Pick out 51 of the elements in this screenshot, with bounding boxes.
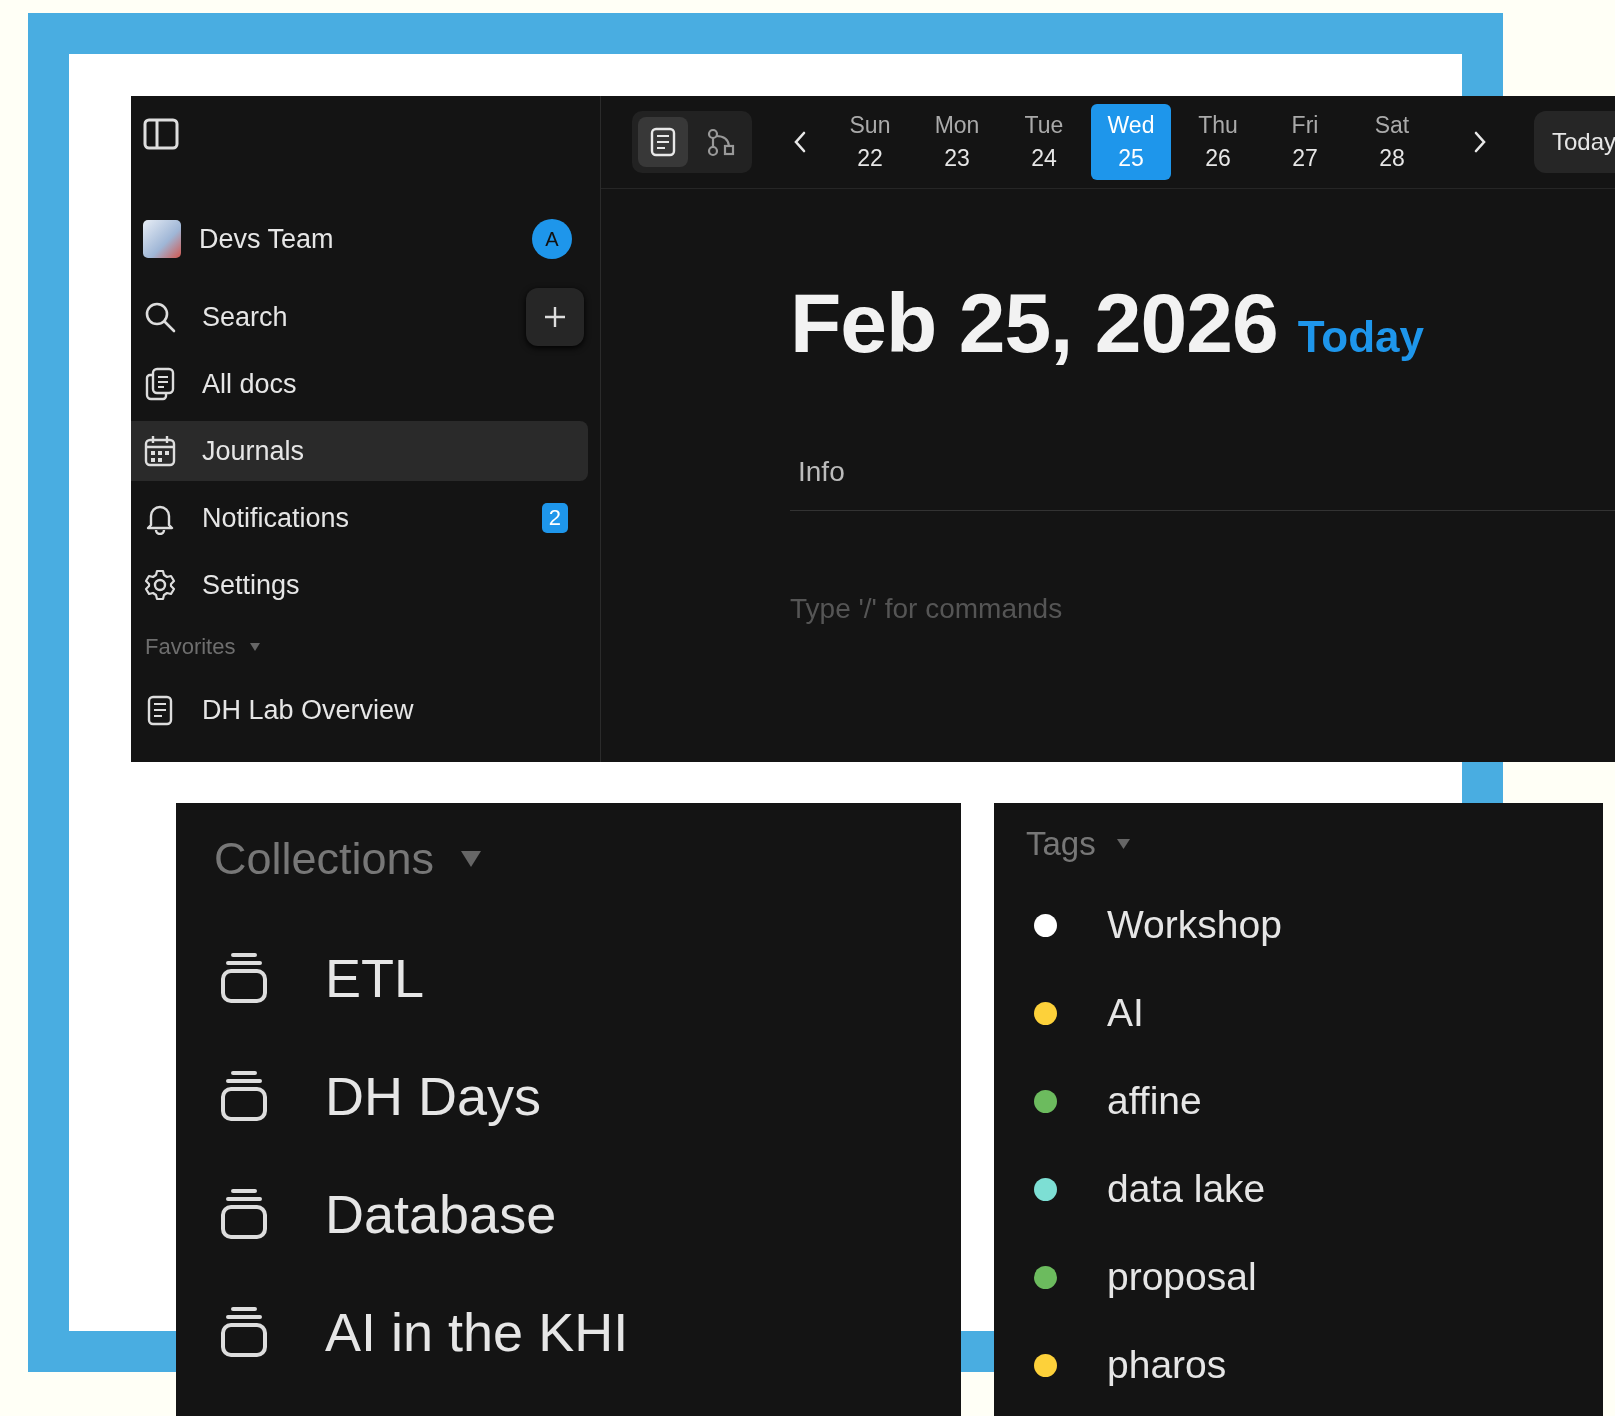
favorite-item[interactable]: DH Lab Overview — [202, 694, 414, 726]
stack-icon — [219, 1070, 269, 1122]
caret-icon[interactable] — [249, 642, 262, 652]
new-doc-button[interactable] — [526, 288, 584, 346]
page-mode-button[interactable] — [638, 117, 688, 167]
day-tab[interactable]: Thu 26 — [1178, 104, 1258, 180]
nav-item[interactable]: Settings — [131, 555, 588, 615]
tag-item[interactable]: pharos — [1107, 1343, 1227, 1387]
section-header[interactable]: Tags — [1026, 825, 1096, 863]
stack-icon — [219, 1306, 269, 1358]
nav-item[interactable]: All docs — [131, 354, 588, 414]
day-tab[interactable]: Sat 28 — [1352, 104, 1432, 180]
documents-icon — [143, 367, 177, 401]
collection-item[interactable]: Database — [325, 1183, 557, 1245]
today-label: Today — [1297, 312, 1424, 362]
tag-item[interactable]: AI — [1107, 991, 1144, 1035]
journal-date-title: Feb 25, 2026 — [790, 275, 1278, 372]
chevron-left-icon[interactable] — [792, 130, 808, 154]
tag-item[interactable]: affine — [1107, 1079, 1202, 1123]
collection-item[interactable]: ETL — [325, 947, 425, 1009]
notification-count: 2 — [541, 503, 568, 533]
info-section-label[interactable]: Info — [798, 456, 845, 487]
day-tab[interactable]: Sun 22 — [830, 104, 910, 180]
nav-item[interactable]: Notifications 2 — [131, 488, 588, 548]
user-avatar[interactable]: A — [532, 219, 572, 259]
collection-item[interactable]: AI in the KHI — [325, 1301, 629, 1363]
tag-item[interactable]: Workshop — [1107, 903, 1282, 947]
search-item[interactable]: Search — [202, 301, 288, 333]
search-icon[interactable] — [143, 300, 177, 334]
sidebar-toggle-icon[interactable] — [143, 118, 179, 153]
caret-icon[interactable] — [1115, 838, 1131, 850]
collection-item[interactable]: DH Days — [325, 1065, 542, 1127]
nav-item[interactable]: Journals — [131, 421, 588, 481]
stack-icon — [219, 952, 269, 1004]
calendar-icon — [143, 434, 177, 468]
day-tab[interactable]: Fri 27 — [1265, 104, 1345, 180]
document-icon — [649, 127, 677, 157]
stack-icon — [219, 1188, 269, 1240]
caret-icon[interactable] — [460, 850, 483, 868]
settings-icon — [143, 568, 177, 602]
day-tab[interactable]: Tue 24 — [1004, 104, 1084, 180]
chevron-right-icon[interactable] — [1472, 130, 1488, 154]
tag-item[interactable]: data lake — [1107, 1167, 1266, 1211]
day-tab[interactable]: Mon 23 — [917, 104, 997, 180]
connected-shapes-icon — [706, 127, 736, 157]
plus-icon — [543, 305, 567, 329]
workspace-photo-placeholder — [143, 220, 181, 258]
workspace-name[interactable]: Devs Team — [199, 223, 334, 255]
section-header[interactable]: Favorites — [145, 634, 236, 660]
section-header[interactable]: Collections — [214, 833, 435, 885]
tag-item[interactable]: proposal — [1107, 1255, 1257, 1299]
